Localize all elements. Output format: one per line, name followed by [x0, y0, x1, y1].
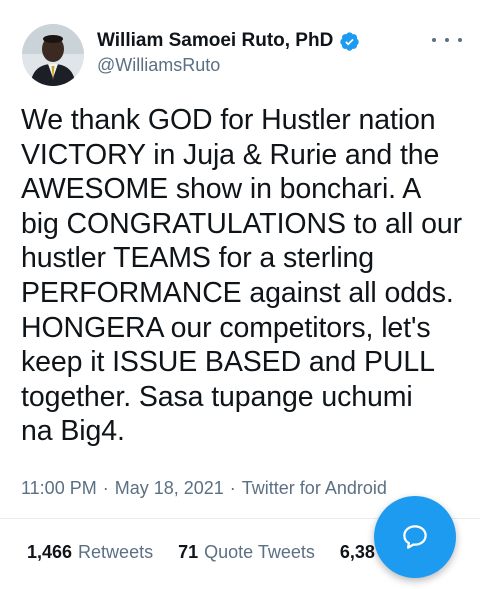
retweets-stat[interactable]: 1,466 Retweets [27, 542, 153, 563]
author-handle[interactable]: @WilliamsRuto [97, 55, 220, 76]
meta-separator: · [102, 478, 109, 498]
tweet-stats: 1,466 Retweets 71 Quote Tweets 6,38 [27, 542, 381, 563]
tweet-source[interactable]: Twitter for Android [242, 478, 387, 498]
reply-bubble-icon [403, 525, 427, 549]
tweet-date[interactable]: May 18, 2021 [115, 478, 224, 498]
quote-tweets-stat[interactable]: 71 Quote Tweets [178, 542, 315, 563]
author-name-row[interactable]: William Samoei Ruto, PhD [97, 30, 360, 52]
verified-badge-icon [340, 31, 359, 51]
avatar[interactable] [22, 24, 84, 86]
tweet-text: We thank GOD for Hustler nation VICTORY … [21, 104, 462, 448]
author-display-name[interactable]: William Samoei Ruto, PhD [97, 30, 333, 52]
tweet-time: 11:00 PM [21, 478, 97, 498]
meta-separator: · [229, 478, 236, 498]
tweet-metadata: 11:00 PM · May 18, 2021 · Twitter for Androi… [21, 478, 387, 499]
compose-reply-button[interactable] [374, 496, 456, 578]
more-options-icon[interactable] [432, 30, 462, 50]
